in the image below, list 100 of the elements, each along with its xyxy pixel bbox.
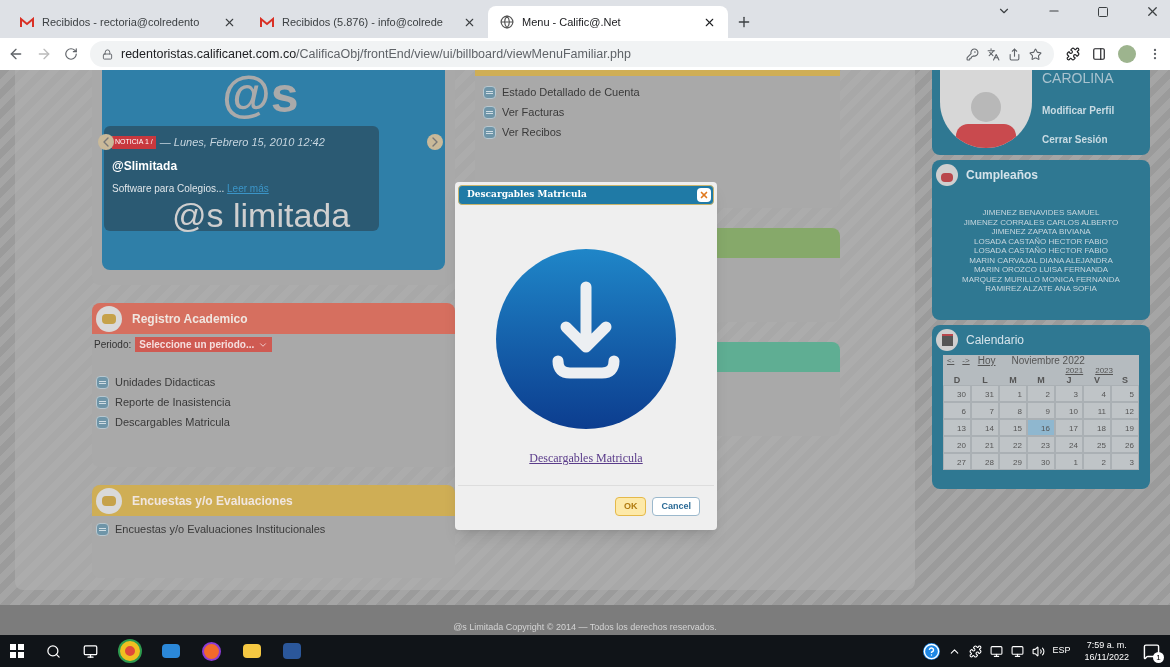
weekday-label: D — [952, 375, 962, 385]
day-cell[interactable]: 12 — [1111, 402, 1139, 419]
day-cell[interactable]: 4 — [1083, 385, 1111, 402]
day-cell[interactable]: 31 — [971, 385, 999, 402]
document-icon — [483, 85, 496, 99]
menu-link[interactable]: Ver Facturas — [502, 103, 565, 121]
day-cell[interactable]: 15 — [999, 419, 1027, 436]
day-cell[interactable]: 30 — [1027, 453, 1055, 470]
day-cell[interactable]: 2 — [1083, 453, 1111, 470]
day-cell[interactable]: 24 — [1055, 436, 1083, 453]
day-cell[interactable]: 26 — [1111, 436, 1139, 453]
key-icon[interactable] — [966, 47, 979, 61]
speaker-icon[interactable] — [1031, 644, 1045, 658]
profile-link[interactable]: Cerrar Sesión — [1042, 132, 1115, 147]
star-icon[interactable] — [1029, 47, 1042, 61]
day-cell[interactable]: 2 — [1027, 385, 1055, 402]
task-view-icon[interactable] — [83, 643, 98, 659]
previous-month-link[interactable]: <- — [947, 355, 955, 366]
user-name: CAROLINA — [1042, 69, 1115, 88]
day-cell[interactable]: 23 — [1027, 436, 1055, 453]
day-cell[interactable]: 3 — [1111, 453, 1139, 470]
day-cell[interactable]: 1 — [999, 385, 1027, 402]
card-title: Cumpleaños — [966, 167, 1038, 184]
folder-icon[interactable] — [243, 644, 261, 658]
share-icon[interactable] — [1008, 47, 1021, 61]
section-title: Encuestas y/o Evaluaciones — [132, 492, 293, 510]
day-cell[interactable]: 13 — [943, 419, 971, 436]
menu-link[interactable]: Ver Recibos — [502, 123, 562, 141]
download-link[interactable]: Descargables Matricula — [529, 449, 643, 467]
day-cell[interactable]: 5 — [1111, 385, 1139, 402]
day-cell[interactable]: 9 — [1027, 402, 1055, 419]
windows-icon[interactable] — [10, 644, 24, 658]
day-cell[interactable]: 25 — [1083, 436, 1111, 453]
close-icon — [699, 190, 709, 200]
browser-tab[interactable]: Menu - Calific@.Net — [488, 6, 728, 38]
day-cell[interactable]: 28 — [971, 453, 999, 470]
news-title: @Slimitada — [112, 157, 179, 175]
day-cell[interactable]: 14 — [971, 419, 999, 436]
day-cell[interactable]: 3 — [1055, 385, 1083, 402]
day-cell[interactable]: 22 — [999, 436, 1027, 453]
birthday-name: MARIN CARVAJAL DIANA ALEJANDRA — [969, 255, 1113, 265]
next-year-link[interactable]: 2023 — [1095, 366, 1113, 375]
url-path: /CalificaObj/frontEnd/view/ui/billboard/viewMenuFamiliar.php — [296, 45, 631, 63]
document-icon — [483, 105, 496, 119]
day-cell[interactable]: 11 — [1083, 402, 1111, 419]
day-cell[interactable]: 16 — [1027, 419, 1055, 436]
day-cell[interactable]: 19 — [1111, 419, 1139, 436]
weekday-label: M — [1036, 375, 1046, 385]
menu-link[interactable]: Encuestas y/o Evaluaciones Institucionales — [115, 520, 326, 538]
menu-link[interactable]: Reporte de Inasistencia — [115, 393, 231, 411]
network-icon[interactable] — [1010, 644, 1024, 658]
search-icon[interactable] — [46, 643, 61, 659]
address-field[interactable]: redentoristas.calificanet.com.co/CalificaObj/frontEnd/view/ui/billboard/viewMenuFamiliar.php — [90, 41, 1054, 67]
day-cell[interactable]: 27 — [943, 453, 971, 470]
menu-link[interactable]: Estado Detallado de Cuenta — [502, 83, 640, 101]
language-indicator[interactable]: ESP — [1052, 644, 1071, 658]
menu-link[interactable]: Unidades Didacticas — [115, 373, 216, 391]
notifications-icon[interactable] — [1143, 642, 1160, 660]
birthday-name: JIMENEZ BENAVIDES SAMUEL — [982, 208, 1100, 218]
dialog-title: Descargables Matricula — [467, 188, 587, 202]
dialog-button[interactable]: Cancel — [652, 497, 700, 516]
today-link[interactable]: Hoy — [977, 355, 996, 366]
translate-icon[interactable] — [987, 47, 1000, 61]
profile-link[interactable]: Modificar Perfil — [1042, 103, 1115, 118]
day-cell[interactable]: 17 — [1055, 419, 1083, 436]
side-panel-icon[interactable] — [1092, 47, 1106, 61]
day-cell[interactable]: 21 — [971, 436, 999, 453]
day-cell[interactable]: 1 — [1055, 453, 1083, 470]
reload-icon[interactable] — [64, 47, 78, 61]
period-select[interactable]: Seleccione un periodo... — [135, 337, 273, 352]
news-summary: Software para Colegios... — [112, 182, 226, 194]
weekday-label: S — [1121, 375, 1129, 385]
month-title: Noviembre 2022 — [1011, 355, 1085, 366]
browser-tab[interactable]: Recibidos - rectoria@colredento — [8, 6, 248, 38]
globe-icon — [500, 15, 514, 29]
document-icon — [483, 125, 496, 139]
day-cell[interactable]: 6 — [943, 402, 971, 419]
dialog-button[interactable]: OK — [615, 497, 647, 516]
close-icon[interactable] — [1145, 4, 1160, 19]
day-cell[interactable]: 18 — [1083, 419, 1111, 436]
monitor-icon[interactable] — [989, 644, 1003, 658]
clock[interactable]: 7:59 a. m. 16/11/2022 — [1084, 639, 1129, 663]
browser-tab[interactable]: Recibidos (5.876) - info@colrede — [248, 6, 488, 38]
new-tab-icon[interactable] — [736, 14, 752, 30]
extensions-icon[interactable] — [1066, 47, 1080, 61]
day-cell[interactable]: 30 — [943, 385, 971, 402]
weekday-label: L — [981, 375, 989, 385]
day-cell[interactable]: 8 — [999, 402, 1027, 419]
menu-link[interactable]: Descargables Matricula — [115, 413, 230, 431]
help-icon[interactable] — [922, 642, 940, 660]
close-button[interactable] — [697, 188, 711, 202]
day-cell[interactable]: 29 — [999, 453, 1027, 470]
day-cell[interactable]: 20 — [943, 436, 971, 453]
previous-year-link[interactable]: 2021 — [1065, 366, 1084, 375]
next-month-link[interactable]: -> — [962, 355, 970, 366]
restore-icon[interactable] — [1097, 6, 1109, 18]
back-icon[interactable] — [8, 46, 24, 62]
day-cell[interactable]: 7 — [971, 402, 999, 419]
day-cell[interactable]: 10 — [1055, 402, 1083, 419]
mail-icon — [260, 16, 274, 28]
